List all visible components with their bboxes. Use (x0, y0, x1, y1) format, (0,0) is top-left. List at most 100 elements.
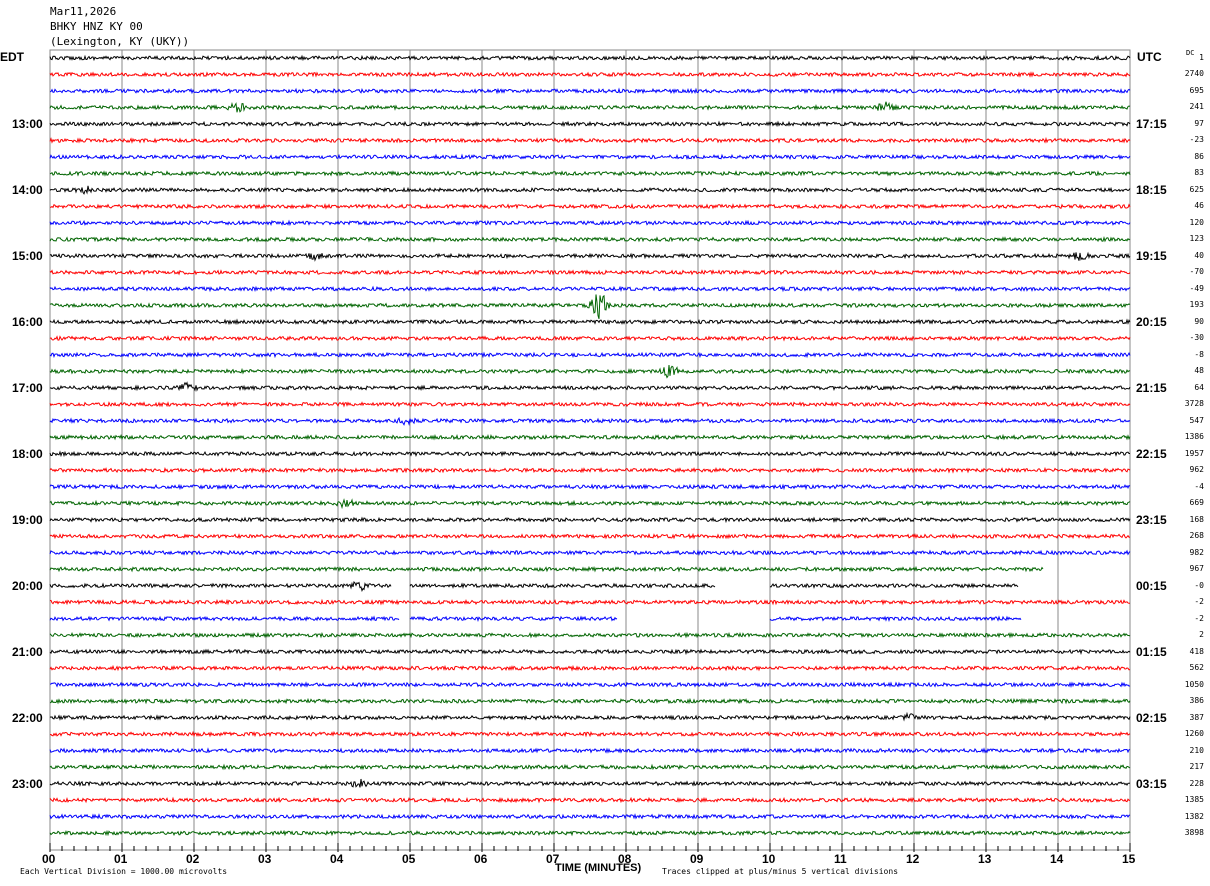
trace-row (49, 318, 1131, 326)
dc-offset: 1385 (1184, 795, 1204, 805)
x-tick-label: 11 (834, 852, 847, 866)
trace-row (49, 532, 1131, 540)
utc-time-label: 20:15 (1136, 314, 1167, 329)
utc-time-label: 18:15 (1136, 182, 1167, 197)
dc-offset: 3898 (1184, 828, 1204, 838)
trace-row (49, 416, 1131, 427)
trace-row (49, 796, 1131, 804)
trace-row (49, 285, 1131, 293)
dc-offset: 83 (1194, 168, 1204, 178)
dc-offset: 46 (1194, 201, 1204, 211)
trace-row (50, 567, 1130, 571)
x-tick-label: 04 (330, 852, 344, 866)
trace-row (49, 433, 1131, 441)
trace-row (49, 219, 1131, 227)
local-time-label: 19:00 (12, 512, 43, 527)
dc-offset: 168 (1189, 514, 1204, 524)
dc-offset: -23 (1189, 135, 1204, 145)
dc-offset: -70 (1189, 267, 1204, 277)
dc-offset: 1382 (1184, 811, 1204, 821)
utc-time-label: 21:15 (1136, 380, 1167, 395)
dc-offset: 90 (1194, 316, 1204, 326)
clip-note: Traces clipped at plus/minus 5 vertical … (662, 867, 899, 876)
dc-offset: -30 (1189, 333, 1204, 343)
trace-row (49, 450, 1130, 458)
dc-offset: 210 (1189, 745, 1204, 755)
dc-offset: -2 (1194, 613, 1204, 623)
local-time-label: 20:00 (12, 578, 43, 593)
dc-offset: 1957 (1184, 448, 1204, 458)
x-tick-label: 02 (186, 852, 200, 866)
trace-row (49, 170, 1131, 177)
dc-offset: 97 (1194, 118, 1204, 128)
trace-row (50, 203, 1131, 210)
dc-offset: -2 (1194, 597, 1204, 607)
trace-row (49, 54, 1131, 62)
trace-row (49, 763, 1131, 771)
x-tick-label: 06 (474, 852, 488, 866)
dc-offset: 695 (1189, 85, 1204, 95)
seismogram-plot (0, 49, 1210, 852)
trace-row (50, 582, 1130, 591)
trace-row (49, 87, 1131, 95)
dc-offset: -8 (1194, 349, 1204, 359)
dc-offset: 418 (1189, 646, 1204, 656)
dc-offset: 962 (1189, 465, 1204, 475)
trace-row (49, 185, 1131, 195)
trace-row (49, 813, 1131, 820)
trace-row (49, 120, 1131, 128)
x-tick-label: 01 (114, 852, 128, 866)
trace-row (49, 498, 1131, 510)
trace-row (49, 483, 1131, 491)
dc-offset: 2740 (1184, 69, 1204, 79)
x-tick-label: 10 (762, 852, 776, 866)
trace-row (49, 829, 1131, 837)
local-time-label: 17:00 (12, 380, 43, 395)
local-time-label: 16:00 (12, 314, 43, 329)
local-time-label: 21:00 (12, 644, 43, 659)
dc-offset: 2 (1199, 630, 1204, 640)
x-tick-label: 13 (978, 852, 992, 866)
trace-row (49, 648, 1131, 656)
dc-offset: -4 (1194, 481, 1204, 491)
trace-row (49, 664, 1131, 672)
x-tick-label: 14 (1050, 852, 1064, 866)
trace-row (49, 631, 1131, 639)
local-time-label: 13:00 (12, 116, 43, 131)
dc-offset: 228 (1189, 778, 1204, 788)
trace-row (49, 681, 1131, 688)
scale-note: Each Vertical Division = 1000.00 microvo… (20, 867, 228, 876)
utc-time-label: 00:15 (1136, 578, 1167, 593)
trace-row (49, 153, 1131, 161)
local-time-label: 22:00 (12, 710, 43, 725)
x-tick-label: 15 (1122, 852, 1136, 866)
x-tick-label: 00 (42, 852, 56, 866)
trace-row (49, 711, 1131, 722)
dc-offset: 1386 (1184, 432, 1204, 442)
trace-row (49, 136, 1131, 144)
dc-offset: 123 (1189, 234, 1204, 244)
helicorder: Mar11,2026 BHKY HNZ KY 00 (Lexington, KY… (0, 0, 1210, 886)
dc-offset: 1050 (1184, 679, 1204, 689)
dc-offset: 669 (1189, 498, 1204, 508)
dc-offset: 386 (1189, 696, 1204, 706)
trace-row (49, 351, 1131, 359)
dc-offset: 64 (1194, 382, 1204, 392)
trace-row (49, 365, 1131, 379)
trace-row (49, 516, 1131, 524)
utc-time-label: 19:15 (1136, 248, 1167, 263)
local-time-label: 23:00 (12, 776, 43, 791)
dc-offset: 562 (1189, 663, 1204, 673)
dc-offset: 547 (1189, 415, 1204, 425)
dc-offset: 86 (1194, 151, 1204, 161)
trace-row (49, 235, 1131, 243)
x-tick-label: 09 (690, 852, 704, 866)
trace-row (49, 269, 1131, 276)
trace-row (49, 778, 1131, 788)
dc-offset: 967 (1189, 564, 1204, 574)
dc-offset: 982 (1189, 547, 1204, 557)
trace-row (49, 71, 1131, 78)
dc-offset: 217 (1189, 762, 1204, 772)
trace-row (49, 598, 1130, 606)
dc-offset: 268 (1189, 531, 1204, 541)
